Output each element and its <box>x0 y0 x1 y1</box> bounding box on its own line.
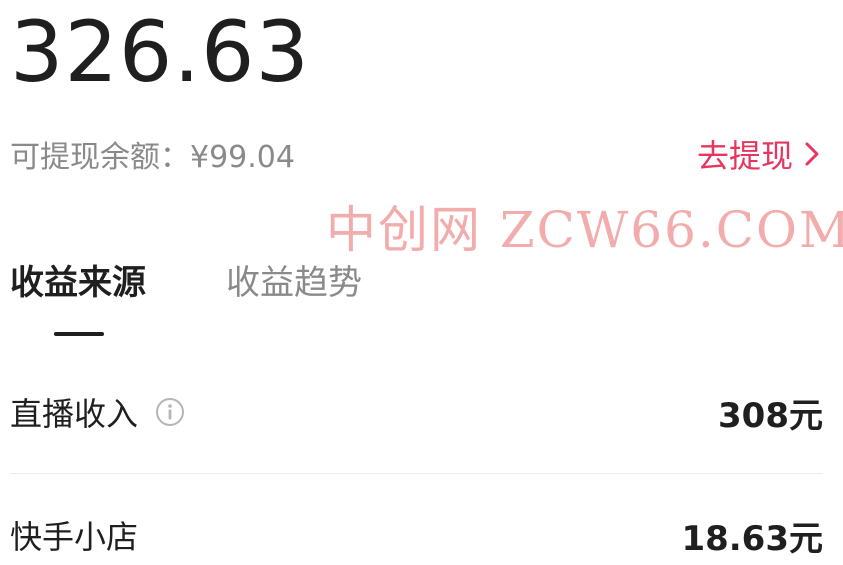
income-item-live[interactable]: 直播收入 308元 <box>10 382 823 442</box>
withdraw-button[interactable]: 去提现 <box>697 131 823 177</box>
chevron-right-icon <box>805 142 819 166</box>
withdrawable-balance: 可提现余额：¥99.04 <box>10 140 295 175</box>
income-item-left: 直播收入 <box>10 389 186 435</box>
watermark: 中创网 ZCW66.COM <box>326 201 843 259</box>
income-item-value: 18.63元 <box>681 518 823 559</box>
info-icon[interactable] <box>154 396 186 428</box>
balance-row: 可提现余额：¥99.04 去提现 <box>10 132 823 176</box>
divider <box>10 473 823 474</box>
income-item-shop[interactable]: 快手小店 18.63元 <box>10 505 823 565</box>
total-earnings: 326.63 <box>10 3 310 101</box>
tab-income-trend[interactable]: 收益趋势 <box>226 255 362 304</box>
income-item-value: 308元 <box>718 395 823 436</box>
income-tabs: 收益来源 收益趋势 <box>10 255 362 304</box>
withdraw-label: 去提现 <box>696 137 793 175</box>
income-item-label: 直播收入 <box>10 395 139 433</box>
income-item-left: 快手小店 <box>10 512 138 558</box>
active-tab-indicator <box>54 332 104 336</box>
tab-income-source[interactable]: 收益来源 <box>10 255 146 304</box>
income-item-label: 快手小店 <box>10 518 139 556</box>
